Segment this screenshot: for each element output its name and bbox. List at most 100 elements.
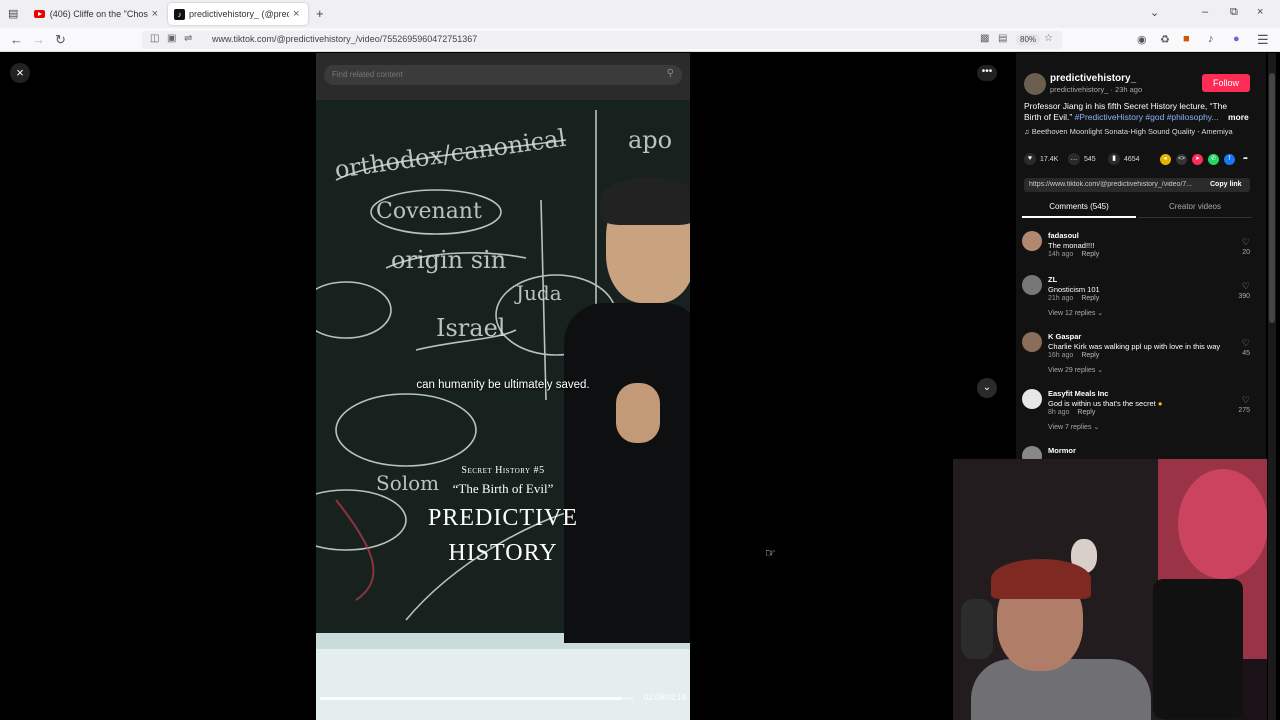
- author-name[interactable]: predictivehistory_: [1050, 73, 1136, 84]
- coin-share-icon[interactable]: ●: [1160, 154, 1171, 165]
- video-player[interactable]: orthodox/canonical apo Covenant origin s…: [316, 53, 690, 720]
- reload-icon[interactable]: ↻: [55, 32, 66, 48]
- comment-likes: 390: [1238, 293, 1250, 300]
- comment-stat[interactable]: … 545: [1068, 153, 1096, 165]
- comment-text: God is within us that's the secret ●: [1048, 399, 1162, 408]
- minimize-button[interactable]: –: [1202, 6, 1208, 18]
- close-tab-icon[interactable]: ×: [152, 8, 158, 20]
- fox-extension-icon[interactable]: ■: [1183, 33, 1190, 45]
- avatar[interactable]: [1022, 275, 1042, 295]
- comment-user[interactable]: ZL: [1048, 275, 1057, 284]
- video-link-text[interactable]: https://www.tiktok.com/@predictivehistor…: [1029, 181, 1205, 188]
- comment-user[interactable]: Easyfit Meals Inc: [1048, 389, 1108, 398]
- hand-cursor-icon: ☞: [765, 546, 776, 560]
- forward-icon[interactable]: →: [32, 32, 45, 47]
- comment-user[interactable]: fadasoul: [1048, 231, 1079, 240]
- back-icon[interactable]: ←: [10, 32, 23, 47]
- comment-user[interactable]: K Gaspar: [1048, 332, 1081, 341]
- reader-view-icon[interactable]: ▤: [998, 33, 1007, 44]
- audio-extension-icon[interactable]: ♪: [1208, 33, 1214, 45]
- follow-button[interactable]: Follow: [1202, 74, 1250, 92]
- comment-text: Gnosticism 101: [1048, 285, 1100, 294]
- share-arrow-icon[interactable]: ➦: [1240, 154, 1251, 165]
- zoom-level[interactable]: 80%: [1016, 34, 1041, 45]
- bookmark-star-icon[interactable]: ☆: [1044, 33, 1053, 44]
- close-icon[interactable]: ×: [10, 63, 30, 83]
- send-to-friends-icon[interactable]: ➤: [1192, 154, 1203, 165]
- comment-count: 545: [1084, 155, 1096, 163]
- whatsapp-icon[interactable]: ✆: [1208, 154, 1219, 165]
- tab-list-icon[interactable]: ▤: [8, 7, 18, 20]
- comment-likes: 20: [1242, 249, 1250, 256]
- picture-in-picture-icon[interactable]: ▩: [980, 33, 989, 44]
- tab-overflow-icon[interactable]: ⌄: [1150, 6, 1159, 19]
- comment-time: 8h ago: [1048, 409, 1070, 416]
- copy-link-row: https://www.tiktok.com/@predictivehistor…: [1024, 178, 1250, 192]
- like-stat[interactable]: ♥ 17.4K: [1024, 153, 1058, 165]
- browser-tab-youtube[interactable]: (406) Cliffe on the "Chosen Peo ×: [28, 3, 164, 25]
- comment-time: 21h ago: [1048, 295, 1074, 302]
- view-replies-button[interactable]: View 7 replies ⌄: [1048, 423, 1099, 431]
- heart-icon[interactable]: ♡: [1242, 281, 1250, 292]
- facebook-icon[interactable]: f: [1224, 154, 1235, 165]
- avatar[interactable]: [1022, 446, 1042, 460]
- music-line[interactable]: ♫ Beethoven Moonlight Sonata-High Sound …: [1024, 127, 1233, 136]
- avatar[interactable]: [1022, 231, 1042, 251]
- panel-scrollbar[interactable]: [1268, 53, 1276, 720]
- next-video-chevron-down-icon[interactable]: ⌄: [977, 378, 997, 398]
- comment-text: The monad!!!!: [1048, 241, 1095, 250]
- close-tab-icon[interactable]: ×: [293, 8, 299, 20]
- description-hashtags[interactable]: #PredictiveHistory #god #philosophy...: [1075, 112, 1219, 122]
- avatar[interactable]: [1022, 389, 1042, 409]
- more-options-icon[interactable]: •••: [977, 65, 997, 81]
- menu-icon[interactable]: ☰: [1257, 32, 1269, 48]
- close-window-button[interactable]: ×: [1257, 6, 1263, 18]
- related-search-bar[interactable]: Find related content ⚲: [324, 65, 682, 85]
- browser-tab-bar: ▤ (406) Cliffe on the "Chosen Peo × ♪ pr…: [0, 0, 1280, 28]
- search-icon[interactable]: ⚲: [667, 68, 674, 79]
- heart-icon[interactable]: ♡: [1242, 338, 1250, 349]
- comment-time: 14h ago: [1048, 251, 1074, 258]
- reply-button[interactable]: Reply: [1081, 295, 1099, 302]
- avatar[interactable]: [1024, 73, 1046, 95]
- restore-button[interactable]: ⧉: [1230, 6, 1238, 19]
- url-text[interactable]: www.tiktok.com/@predictivehistory_/video…: [212, 34, 477, 44]
- brand-title-line1: PREDICTIVE: [428, 505, 578, 531]
- embed-icon[interactable]: <>: [1176, 154, 1187, 165]
- video-progress-bar[interactable]: [320, 697, 634, 700]
- tiktok-icon: ♪: [174, 8, 185, 20]
- view-replies-button[interactable]: View 12 replies ⌄: [1048, 309, 1103, 317]
- permissions-icon[interactable]: ⇌: [184, 33, 192, 44]
- comment-user[interactable]: Mormor: [1048, 446, 1076, 455]
- reply-button[interactable]: Reply: [1081, 352, 1099, 359]
- save-stat[interactable]: ▮ 4654: [1108, 153, 1140, 165]
- account-icon[interactable]: ◉: [1137, 33, 1147, 46]
- extensions-icon[interactable]: ♻: [1160, 33, 1170, 46]
- browser-tab-tiktok[interactable]: ♪ predictivehistory_ (@predic ×: [168, 3, 308, 25]
- webcam-person-body: [971, 659, 1151, 720]
- tab-creator-videos[interactable]: Creator videos: [1138, 202, 1252, 218]
- new-tab-button[interactable]: +: [316, 6, 324, 21]
- comment-text: Charlie Kirk was walking ppl up with lov…: [1048, 342, 1221, 351]
- url-bar[interactable]: ◫ ▣ ⇌ www.tiktok.com/@predictivehistory_…: [142, 31, 1062, 49]
- like-count: 17.4K: [1040, 155, 1059, 163]
- reply-button[interactable]: Reply: [1077, 409, 1095, 416]
- ai-extension-icon[interactable]: ●: [1233, 33, 1240, 45]
- view-replies-label: View 29 replies: [1048, 367, 1096, 374]
- avatar[interactable]: [1022, 332, 1042, 352]
- more-link[interactable]: more: [1228, 112, 1249, 122]
- shield-icon[interactable]: ◫: [150, 33, 159, 44]
- tab-comments[interactable]: Comments (545): [1022, 202, 1136, 218]
- video-top-bar: Find related content ⚲: [316, 53, 690, 100]
- panel-scrollbar-thumb[interactable]: [1269, 73, 1275, 323]
- lock-icon[interactable]: ▣: [167, 33, 176, 44]
- heart-icon[interactable]: ♡: [1242, 237, 1250, 248]
- reply-button[interactable]: Reply: [1081, 251, 1099, 258]
- svg-text:orthodox/canonical: orthodox/canonical: [333, 124, 568, 184]
- heart-icon[interactable]: ♡: [1242, 395, 1250, 406]
- copy-link-button[interactable]: Copy link: [1210, 181, 1242, 188]
- comment-icon: …: [1068, 153, 1080, 165]
- view-replies-button[interactable]: View 29 replies ⌄: [1048, 366, 1103, 374]
- music-note-icon: ♫: [1024, 127, 1030, 136]
- tab-title: predictivehistory_ (@predic: [189, 9, 289, 19]
